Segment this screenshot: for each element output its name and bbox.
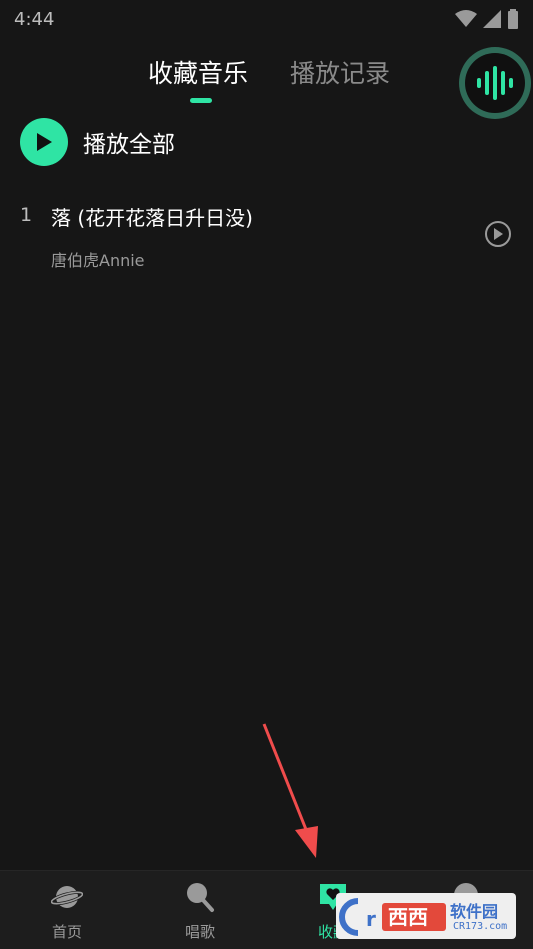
active-tab-indicator (190, 98, 212, 103)
nav-label-home: 首页 (51, 923, 82, 941)
song-artist: 唐伯虎Annie (51, 251, 145, 270)
play-all-circle (20, 118, 68, 166)
watermark-emblem: r 西西 软件园 (339, 898, 498, 936)
status-icons (455, 9, 519, 29)
top-tabs: 收藏音乐 播放记录 (0, 52, 533, 108)
song-play-button[interactable] (485, 221, 511, 247)
play-icon (37, 133, 52, 151)
microphone-icon (187, 883, 214, 912)
battery-icon (508, 9, 518, 29)
nav-item-sing[interactable]: 唱歌 (150, 871, 250, 949)
signal-icon (483, 10, 501, 28)
play-icon (494, 228, 503, 240)
play-all-button[interactable]: 播放全部 (20, 118, 175, 166)
planet-icon (51, 886, 83, 908)
song-index: 1 (20, 204, 33, 226)
tab-play-history[interactable]: 播放记录 (290, 54, 390, 90)
song-list-item[interactable]: 1 落 (花开花落日升日没) 唐伯虎Annie (0, 190, 533, 280)
sound-wave-icon (477, 66, 513, 100)
nav-item-home[interactable]: 首页 (17, 871, 117, 949)
svg-text:软件园: 软件园 (450, 902, 498, 921)
watermark-logo: r 西西 软件园 CR173.com (336, 893, 516, 939)
song-title: 落 (花开花落日升日没) (51, 206, 253, 230)
wifi-icon (455, 10, 477, 27)
svg-text:r: r (366, 907, 376, 931)
nav-label-sing: 唱歌 (184, 923, 215, 941)
status-time: 4:44 (14, 8, 55, 30)
status-bar: 4:44 (0, 0, 533, 38)
watermark-url: CR173.com (453, 921, 508, 932)
svg-text:西西: 西西 (388, 905, 428, 929)
tab-favorite-music[interactable]: 收藏音乐 (148, 54, 248, 90)
play-all-label: 播放全部 (83, 132, 175, 158)
now-playing-button[interactable] (459, 47, 531, 119)
